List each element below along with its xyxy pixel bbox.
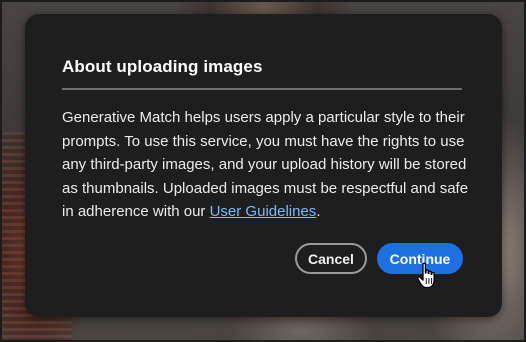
about-uploading-dialog: About uploading images Generative Match … xyxy=(25,14,502,317)
user-guidelines-link[interactable]: User Guidelines xyxy=(210,203,317,220)
dialog-body-end: . xyxy=(316,203,321,220)
dialog-body: Generative Match helps users apply a par… xyxy=(62,106,482,224)
screen: About uploading images Generative Match … xyxy=(0,0,526,342)
cancel-button[interactable]: Cancel xyxy=(295,243,367,274)
title-divider xyxy=(62,88,462,90)
dialog-title: About uploading images xyxy=(62,57,263,76)
hand-pointer-icon xyxy=(416,262,435,289)
